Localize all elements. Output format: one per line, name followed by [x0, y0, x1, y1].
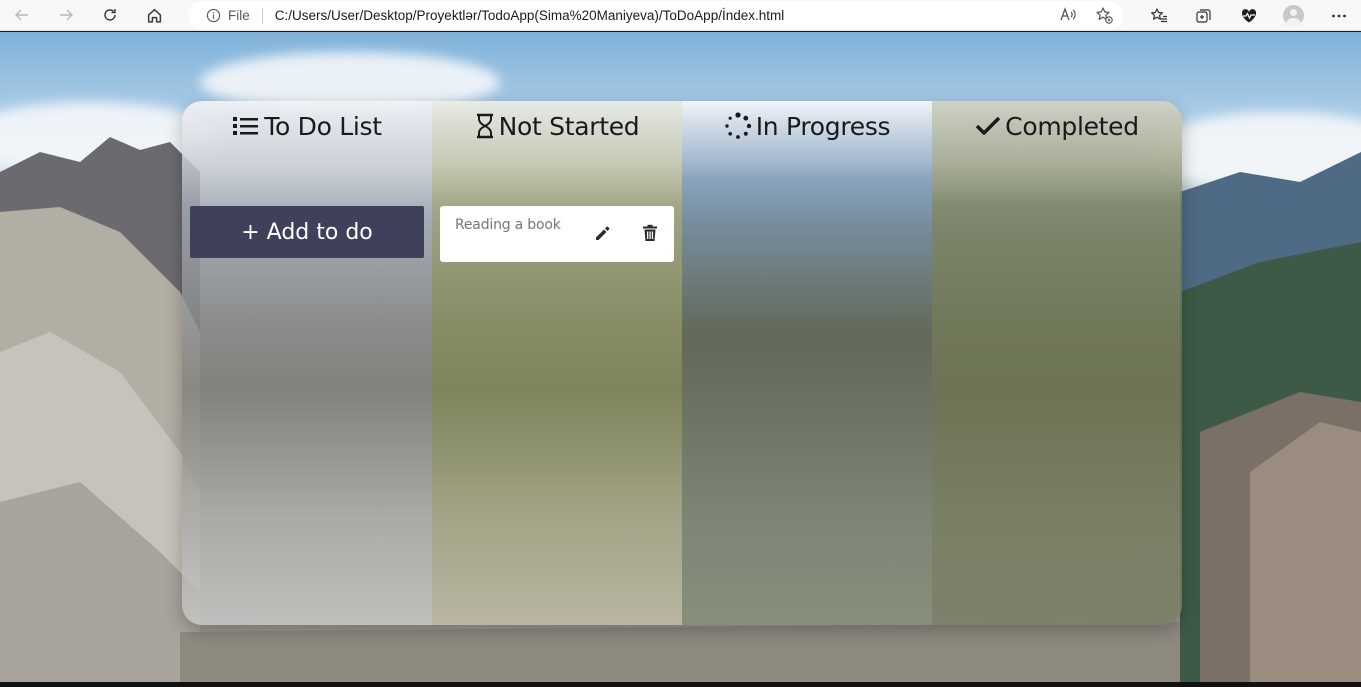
home-icon	[147, 8, 161, 23]
address-bar[interactable]: File C:/Users/User/Desktop/Proyektlər/To…	[188, 1, 1123, 30]
add-favorite-icon[interactable]	[1095, 6, 1113, 24]
forward-arrow-icon	[60, 9, 73, 21]
home-button[interactable]	[132, 0, 176, 31]
address-divider	[261, 7, 263, 24]
page-viewport: To Do List + Add to do Not Started Readi…	[0, 32, 1361, 682]
column-header: To Do List	[182, 108, 432, 144]
browser-toolbar: File C:/Users/User/Desktop/Proyektlər/To…	[0, 0, 1361, 31]
hourglass-icon	[475, 113, 495, 139]
column-to-do-list: To Do List + Add to do	[182, 101, 432, 625]
forward-button[interactable]	[44, 0, 88, 31]
site-info-button[interactable]	[206, 8, 221, 23]
refresh-button[interactable]	[88, 0, 132, 31]
spinner-icon	[724, 112, 752, 140]
scheme-label: File	[228, 8, 250, 23]
edit-task-button[interactable]	[594, 224, 612, 242]
heart-pulse-icon	[1241, 8, 1256, 22]
column-not-started: Not Started Reading a book	[432, 101, 682, 625]
more-icon	[1331, 14, 1346, 17]
column-title: To Do List	[264, 111, 382, 141]
profile-button[interactable]	[1271, 0, 1316, 31]
settings-more-button[interactable]	[1316, 0, 1361, 31]
column-header: In Progress	[682, 108, 932, 144]
back-button[interactable]	[0, 0, 44, 31]
trash-icon	[643, 224, 657, 241]
collections-icon	[1195, 8, 1211, 23]
refresh-icon	[104, 9, 116, 21]
column-header: Not Started	[432, 108, 682, 144]
task-card[interactable]: Reading a book	[440, 206, 674, 262]
taskbar-edge	[0, 682, 1361, 687]
delete-task-button[interactable]	[642, 224, 658, 242]
list-icon	[232, 114, 260, 138]
check-icon	[975, 115, 1001, 137]
task-text: Reading a book	[455, 217, 561, 233]
column-completed: Completed	[932, 101, 1182, 625]
favorites-icon	[1150, 7, 1167, 22]
avatar	[1283, 5, 1304, 26]
url-text[interactable]: C:/Users/User/Desktop/Proyektlər/TodoApp…	[275, 8, 784, 23]
read-aloud-icon[interactable]	[1059, 6, 1077, 24]
collections-button[interactable]	[1181, 0, 1226, 31]
kanban-board: To Do List + Add to do Not Started Readi…	[182, 101, 1182, 625]
column-title: Completed	[1005, 111, 1139, 141]
column-in-progress: In Progress	[682, 101, 932, 625]
browser-essentials-button[interactable]	[1226, 0, 1271, 31]
back-arrow-icon	[15, 9, 28, 21]
pencil-icon	[596, 226, 610, 240]
add-todo-button[interactable]: + Add to do	[190, 206, 424, 258]
column-title: In Progress	[755, 111, 891, 141]
favorites-button[interactable]	[1136, 0, 1181, 31]
info-icon	[206, 8, 221, 23]
column-header: Completed	[932, 108, 1182, 144]
column-title: Not Started	[498, 111, 640, 141]
